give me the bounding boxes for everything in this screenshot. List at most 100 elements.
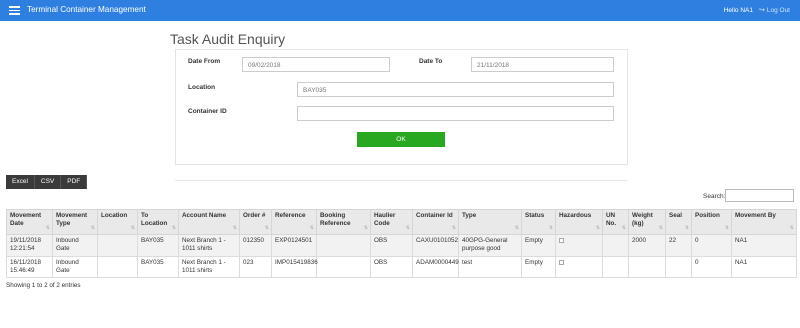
column-header[interactable]: Movement By ⇅ (731, 209, 797, 235)
table-body: 19/11/2018 12:21:54 Inbound Gate BAY035 Nex… (6, 234, 797, 278)
table-cell (602, 256, 629, 278)
ok-button[interactable]: OK (357, 132, 445, 147)
pdf-button[interactable]: PDF (61, 175, 88, 189)
sort-icon: ⇅ (724, 225, 729, 231)
table-row[interactable]: 16/11/2018 15:46:49 Inbound Gate BAY035 Nex… (6, 256, 797, 278)
table-cell: CAXU0101052 (412, 234, 459, 257)
column-header-label: Movement By (735, 212, 776, 219)
user-area: Hello NA1 ↪ Log Out (724, 6, 790, 15)
column-header[interactable]: Type ⇅ (458, 209, 522, 235)
column-header-label: Reference (275, 212, 306, 219)
table-cell: 16/11/2018 15:46:49 (6, 256, 53, 278)
table-cell (555, 256, 603, 278)
column-header[interactable]: To Location ⇅ (137, 209, 179, 235)
table-row[interactable]: 19/11/2018 12:21:54 Inbound Gate BAY035 Nex… (6, 234, 797, 257)
sort-icon: ⇅ (548, 225, 553, 231)
sort-icon: ⇅ (264, 225, 269, 231)
column-header-label: Seal (669, 212, 682, 219)
column-header[interactable]: UN No. ⇅ (602, 209, 629, 235)
table-cell (602, 234, 629, 257)
container-id-field[interactable] (297, 106, 614, 121)
divider (175, 180, 628, 181)
column-header-label: Position (695, 212, 720, 219)
table-cell: OBS (370, 234, 413, 257)
table-cell: NA1 (731, 256, 797, 278)
sort-icon: ⇅ (451, 225, 456, 231)
logout-label: Log Out (766, 6, 790, 14)
excel-button[interactable]: Excel (6, 175, 35, 189)
sort-icon: ⇅ (658, 225, 663, 231)
table-cell: 023 (239, 256, 272, 278)
search-label: Search: (703, 193, 726, 200)
logout-link[interactable]: ↪ Log Out (758, 6, 790, 15)
table-cell: ADAM0000449 (412, 256, 459, 278)
table-cell: Next Branch 1 - 1011 shirts (178, 256, 240, 278)
column-header-label: Status (525, 212, 545, 219)
table-cell: BAY035 (137, 234, 179, 257)
table-cell (555, 234, 603, 257)
column-header[interactable]: Account Name ⇅ (178, 209, 240, 235)
column-header[interactable]: Movement Date ⇅ (6, 209, 53, 235)
column-header[interactable]: Status ⇅ (521, 209, 556, 235)
column-header[interactable]: Hazardous ⇅ (555, 209, 603, 235)
table-cell: Next Branch 1 - 1011 shirts (178, 234, 240, 257)
column-header[interactable]: Container Id ⇅ (412, 209, 459, 235)
column-header[interactable]: Seal ⇅ (665, 209, 692, 235)
sort-icon: ⇅ (405, 225, 410, 231)
table-cell: NA1 (731, 234, 797, 257)
filter-form: Date From 09/02/2018 Date To 21/11/2018 … (175, 49, 628, 165)
date-to-label: Date To (419, 58, 443, 65)
table-cell: OBS (370, 256, 413, 278)
date-from-field[interactable]: 09/02/2018 (242, 57, 390, 72)
logout-icon: ↪ (758, 7, 765, 14)
app-title[interactable]: Terminal Container Management (27, 5, 146, 14)
table-cell: Empty (521, 256, 556, 278)
hazardous-checkbox (559, 238, 564, 243)
column-header-label: To Location (141, 212, 168, 227)
sort-icon: ⇅ (363, 225, 368, 231)
table-cell (316, 256, 371, 278)
table-cell: Inbound Gate (52, 256, 98, 278)
table-cell: Empty (521, 234, 556, 257)
page-title: Task Audit Enquiry (170, 31, 286, 47)
sort-icon: ⇅ (171, 225, 176, 231)
csv-button[interactable]: CSV (34, 175, 62, 189)
column-header[interactable]: Weight (kg) ⇅ (628, 209, 666, 235)
column-header[interactable]: Movement Type ⇅ (52, 209, 98, 235)
date-to-field[interactable]: 21/11/2018 (471, 57, 614, 72)
column-header-label: UN No. (606, 212, 617, 227)
column-header-label: Hazardous (559, 212, 592, 219)
location-field[interactable]: BAY035 (297, 82, 614, 97)
table-cell: 0 (691, 256, 732, 278)
sort-icon: ⇅ (595, 225, 600, 231)
column-header-label: Location (101, 212, 128, 219)
column-header[interactable]: Order # ⇅ (239, 209, 272, 235)
sort-icon: ⇅ (789, 225, 794, 231)
table-cell: 2000 (628, 234, 666, 257)
table-cell: BAY035 (137, 256, 179, 278)
table-header: Movement Date ⇅ Movement Type ⇅ Location ⇅ To … (6, 209, 797, 235)
container-id-label: Container ID (188, 108, 227, 115)
column-header[interactable]: Haulier Code ⇅ (370, 209, 413, 235)
table-cell (628, 256, 666, 278)
column-header[interactable]: Location ⇅ (97, 209, 138, 235)
column-header[interactable]: Reference ⇅ (271, 209, 317, 235)
sort-icon: ⇅ (90, 225, 95, 231)
table-cell (97, 256, 138, 278)
column-header[interactable]: Booking Reference ⇅ (316, 209, 371, 235)
sort-icon: ⇅ (45, 225, 50, 231)
table-cell: EXP0124501 (271, 234, 317, 257)
menu-icon[interactable] (9, 6, 20, 15)
column-header-label: Container Id (416, 212, 453, 219)
column-header-label: Type (462, 212, 477, 219)
table-cell (97, 234, 138, 257)
table-cell: IMP015419836 (271, 256, 318, 278)
sort-icon: ⇅ (309, 225, 314, 231)
column-header-label: Account Name (182, 212, 227, 219)
top-navbar: Terminal Container Management Hello NA1 … (0, 0, 800, 21)
table-cell (665, 256, 692, 278)
column-header-label: Haulier Code (374, 212, 396, 227)
search-input[interactable] (725, 189, 794, 202)
column-header[interactable]: Position ⇅ (691, 209, 732, 235)
table-cell: 40GPG-General purpose good (458, 234, 522, 257)
